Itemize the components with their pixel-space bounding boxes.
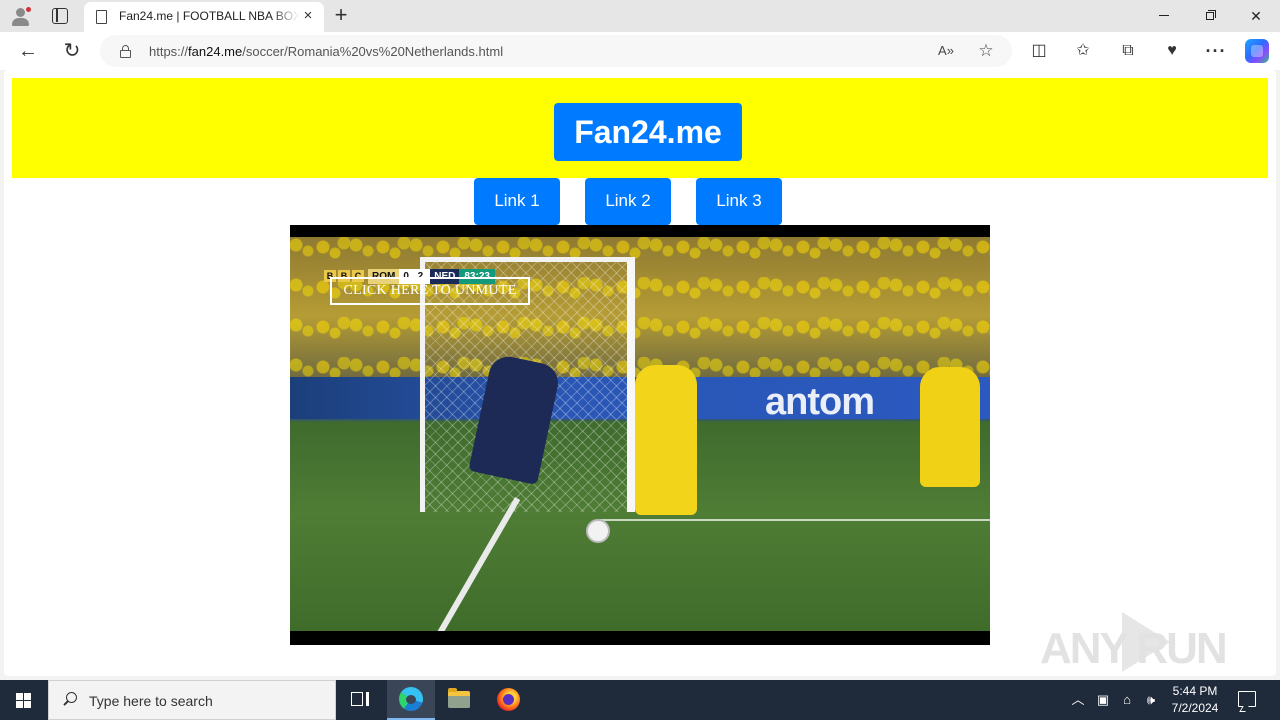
more-options-icon[interactable]: ··· [1205,40,1227,62]
restore-button[interactable] [1187,0,1233,32]
read-aloud-icon[interactable]: A» [936,41,956,61]
anyrun-watermark: ANY RUN [1040,610,1240,676]
page-icon [96,10,107,24]
url-text[interactable]: https://fan24.me/soccer/Romania%20vs%20N… [149,44,503,59]
goal-line [435,497,521,631]
chevron-up-icon[interactable]: ︿ [1069,691,1087,709]
minimize-icon [1159,15,1169,16]
video-player[interactable]: antom B B C ROM 0 2 NED 83:23 CLICK HERE… [290,225,990,645]
tab-close-button[interactable]: × [300,8,316,24]
favorite-star-icon[interactable]: ☆ [976,41,996,61]
taskbar: Type here to search ︿ ▣ ⌂ 🕪 5:44 PM 7/2/… [0,680,1280,720]
link-2-button[interactable]: Link 2 [585,178,671,225]
browser-essentials-icon[interactable]: ♥ [1161,40,1183,62]
file-explorer-button[interactable] [435,680,483,720]
link-3-button[interactable]: Link 3 [696,178,782,225]
taskbar-search[interactable]: Type here to search [48,680,336,720]
folder-icon [448,688,470,708]
site-brand-button[interactable]: Fan24.me [554,103,742,161]
minimize-button[interactable] [1141,0,1187,32]
close-window-button[interactable]: ✕ [1233,0,1279,32]
firefox-button[interactable] [484,680,532,720]
reload-button[interactable]: ↻ [58,37,86,65]
volume-icon[interactable]: 🕪 [1142,691,1160,709]
search-placeholder: Type here to search [89,693,213,709]
system-clock[interactable]: 5:44 PM 7/2/2024 [1166,683,1224,717]
crowd-image [290,237,990,387]
clock-time: 5:44 PM [1172,684,1218,698]
network-icon[interactable]: ⌂ [1118,691,1136,709]
player-figure [920,367,980,487]
device-icon[interactable]: ▣ [1094,691,1112,709]
video-frame[interactable]: antom B B C ROM 0 2 NED 83:23 CLICK HERE… [290,237,990,631]
player-figure [635,365,697,515]
profile-icon[interactable] [10,6,32,28]
firefox-icon [497,688,520,711]
edge-icon [399,687,423,711]
windows-start-button[interactable] [0,680,48,720]
tab-title: Fan24.me | FOOTBALL NBA BOXING [119,9,299,23]
clock-date: 7/2/2024 [1171,701,1219,715]
browser-toolbar: ← ↻ https://fan24.me/soccer/Romania%20vs… [0,32,1280,70]
header-banner: Fan24.me [12,78,1268,178]
pitch-line [600,519,990,521]
copilot-icon[interactable] [1245,39,1269,63]
ball-icon [586,519,610,543]
unmute-button[interactable]: CLICK HERE TO UNMUTE [330,277,530,305]
title-bar: Fan24.me | FOOTBALL NBA BOXING × + ✕ [0,0,1280,32]
address-bar[interactable]: https://fan24.me/soccer/Romania%20vs%20N… [100,35,1012,67]
favorites-icon[interactable]: ✩ [1072,40,1094,62]
page-viewport: Fan24.me Link 1 Link 2 Link 3 antom B B … [4,70,1276,676]
notifications-icon[interactable] [1238,691,1256,707]
tab-actions-icon[interactable] [52,8,68,24]
browser-tab[interactable]: Fan24.me | FOOTBALL NBA BOXING × [84,2,324,32]
split-screen-icon[interactable]: ◫ [1028,40,1050,62]
back-button[interactable]: ← [14,37,42,65]
link-1-button[interactable]: Link 1 [474,178,560,225]
edge-taskbar-button[interactable] [387,680,435,720]
search-icon [63,692,79,708]
new-tab-button[interactable]: + [330,4,352,26]
collections-icon[interactable]: ⧉ [1117,40,1139,62]
lock-icon[interactable] [120,45,131,58]
task-view-button[interactable] [336,680,384,720]
